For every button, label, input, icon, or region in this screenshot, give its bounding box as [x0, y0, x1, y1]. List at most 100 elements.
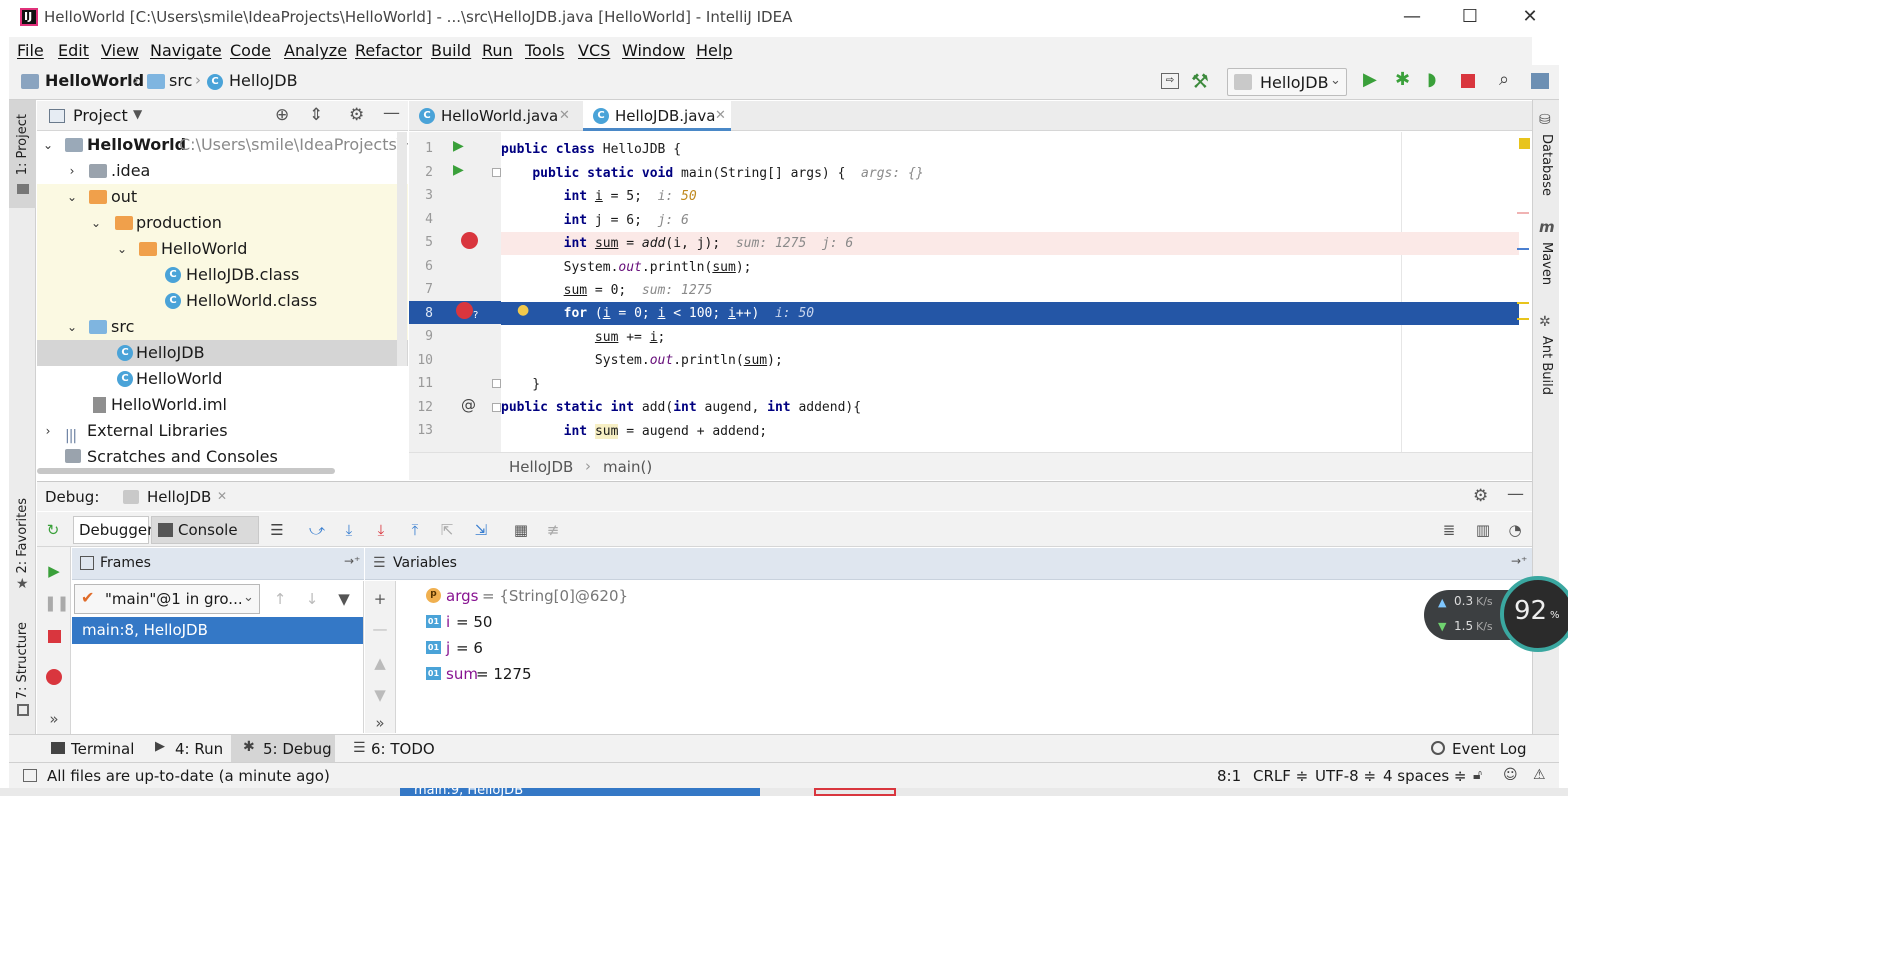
error-stripe-mark[interactable] — [1517, 212, 1529, 214]
tree-item-scratches[interactable]: Scratches and Consoles — [37, 444, 397, 470]
pin-icon[interactable]: →⁺ — [1511, 554, 1527, 568]
tab-terminal[interactable]: Terminal — [71, 740, 134, 758]
tab-project-active[interactable]: 1: Project — [9, 100, 36, 208]
tree-item-out[interactable]: ⌄ out — [37, 184, 397, 210]
tree-item-production[interactable]: ⌄ production — [37, 210, 397, 236]
resume-icon[interactable]: ▶ — [44, 561, 64, 581]
run-gutter-icon[interactable]: ▶ — [453, 162, 464, 178]
dropdown-arrow-icon[interactable]: ▼ — [133, 107, 142, 121]
tab-database[interactable]: Database — [1539, 134, 1554, 196]
chevron-down-icon[interactable]: ⌄ — [41, 132, 55, 158]
show-execution-point-icon[interactable]: ☰ — [267, 520, 287, 540]
filter-icon[interactable]: ▼ — [334, 589, 354, 609]
step-out-icon[interactable]: ⤒ — [405, 520, 425, 540]
inspection-status-icon[interactable] — [1519, 138, 1530, 149]
chevron-down-icon[interactable]: ⌄ — [115, 236, 129, 262]
chevron-right-icon[interactable]: › — [41, 418, 55, 444]
lock-icon[interactable]: 🔓︎ — [1473, 767, 1482, 783]
code-editor[interactable]: public class HelloJDB { public static vo… — [501, 132, 1532, 452]
more-icon[interactable]: » — [44, 709, 64, 729]
tab-hellojdb-java[interactable]: C HelloJDB.java ✕ — [583, 101, 731, 131]
indent-setting[interactable]: 4 spaces ≑ — [1383, 767, 1466, 785]
hide-panel-icon[interactable]: — — [1507, 484, 1524, 504]
tab-debugger[interactable]: Debugger — [73, 516, 153, 544]
menu-build[interactable]: Build — [431, 41, 471, 60]
tree-item-iml[interactable]: HelloWorld.iml — [37, 392, 397, 418]
gear-icon[interactable]: ⚙ — [1473, 486, 1488, 506]
debug-session-tab[interactable]: HelloJDB — [147, 488, 211, 506]
collapse-all-icon[interactable]: ⇕ — [309, 105, 323, 125]
inspector-icon[interactable]: ☺ — [1503, 767, 1518, 783]
trace-stream-icon[interactable]: ≢ — [543, 520, 563, 540]
tab-ant-build[interactable]: Ant Build — [1539, 336, 1554, 395]
next-frame-icon[interactable]: ↓ — [302, 589, 322, 609]
horizontal-scrollbar[interactable] — [37, 468, 335, 474]
breakpoint-icon[interactable] — [456, 302, 473, 319]
fold-icon[interactable] — [492, 379, 501, 388]
menu-help[interactable]: Help — [696, 41, 732, 60]
run-with-coverage-icon[interactable]: ◗ — [1427, 69, 1436, 90]
thread-selector[interactable]: ✔ "main"@1 in gro... ⌄ — [74, 584, 260, 614]
tab-console[interactable]: Console — [151, 516, 259, 544]
tab-maven[interactable]: Maven — [1539, 242, 1554, 285]
move-down-icon[interactable]: ▼ — [370, 685, 390, 705]
run-config-dropdown[interactable]: HelloJDB ⌄ — [1227, 68, 1347, 96]
locate-target-icon[interactable]: ⊕ — [275, 105, 289, 125]
maximize-button[interactable]: ☐ — [1450, 6, 1490, 30]
tab-structure[interactable]: 7: Structure — [15, 622, 30, 699]
drop-frame-icon[interactable]: ⇱ — [437, 520, 457, 540]
menu-file[interactable]: File — [17, 41, 44, 60]
tree-item-hellojdb-class[interactable]: C HelloJDB.class — [37, 262, 397, 288]
toggle-tool-windows-icon[interactable] — [23, 769, 37, 782]
tab-run[interactable]: 4: Run — [175, 740, 223, 758]
add-watch-icon[interactable]: + — [370, 589, 390, 609]
menu-navigate[interactable]: Navigate — [150, 41, 222, 60]
run-gutter-icon[interactable]: ▶ — [453, 138, 464, 154]
project-view-label[interactable]: Project — [73, 106, 128, 125]
menu-code[interactable]: Code — [230, 41, 271, 60]
tree-item-external-libraries[interactable]: › ||| External Libraries — [37, 418, 397, 444]
layout-icon[interactable]: ≣ — [1439, 520, 1459, 540]
menu-vcs[interactable]: VCS — [578, 41, 610, 60]
breakpoint-icon[interactable] — [461, 232, 478, 249]
breadcrumb-method[interactable]: main() — [603, 458, 652, 476]
tree-item-helloworld-root[interactable]: ⌄ HelloWorld C:\Users\smile\IdeaProjects… — [37, 132, 408, 158]
menu-refactor[interactable]: Refactor — [355, 41, 422, 60]
project-structure-icon[interactable] — [1531, 73, 1549, 89]
chevron-right-icon[interactable]: › — [65, 158, 79, 184]
previous-frame-icon[interactable]: ↑ — [270, 589, 290, 609]
menu-tools[interactable]: Tools — [525, 41, 564, 60]
editor-gutter[interactable]: 1 2 3 4 5 6 7 8 9 10 11 12 13 ▶ ▶ ? @ — [409, 132, 501, 452]
chevron-down-icon[interactable]: ⌄ — [65, 184, 79, 210]
restore-layout-icon[interactable]: ▥ — [1473, 520, 1493, 540]
search-icon[interactable]: ⌕ — [1499, 69, 1509, 90]
minimize-button[interactable]: — — [1392, 6, 1432, 30]
tab-todo[interactable]: 6: TODO — [371, 740, 435, 758]
caret-position[interactable]: 8:1 — [1217, 767, 1241, 785]
vertical-scrollbar[interactable] — [397, 132, 407, 366]
memory-icon[interactable]: ◔ — [1505, 520, 1525, 540]
tab-favorites[interactable]: 2: Favorites — [15, 498, 30, 574]
tree-item-helloworld-out[interactable]: ⌄ HelloWorld — [37, 236, 397, 262]
tree-item-hellojdb[interactable]: C HelloJDB — [37, 340, 397, 366]
build-hammer-icon[interactable]: ⚒ — [1191, 69, 1209, 93]
step-into-icon[interactable]: ⤓ — [339, 520, 359, 540]
hide-panel-icon[interactable]: — — [383, 103, 400, 123]
lightbulb-icon[interactable]: ● — [517, 302, 529, 318]
remove-watch-icon[interactable]: — — [370, 619, 390, 639]
step-over-icon[interactable]: ⤻ — [307, 520, 327, 540]
line-separator[interactable]: CRLF ≑ — [1253, 767, 1308, 785]
chevron-down-icon[interactable]: ⌄ — [89, 210, 103, 236]
fold-icon[interactable] — [492, 168, 501, 177]
chevron-down-icon[interactable]: ⌄ — [65, 314, 79, 340]
frame-item-selected[interactable]: main:8, HelloJDB — [72, 617, 363, 644]
view-breakpoints-icon[interactable] — [46, 669, 62, 685]
stop-icon[interactable] — [48, 630, 61, 643]
tab-helloworld-java[interactable]: C HelloWorld.java ✕ — [409, 101, 581, 131]
debug-bug-icon[interactable]: ✱ — [1395, 69, 1410, 90]
error-stripe-mark[interactable] — [1517, 302, 1529, 304]
select-run-config-icon[interactable]: ⇨ — [1161, 73, 1179, 89]
menu-view[interactable]: View — [101, 41, 139, 60]
move-up-icon[interactable]: ▲ — [370, 653, 390, 673]
tree-item-helloworld-src[interactable]: C HelloWorld — [37, 366, 397, 392]
